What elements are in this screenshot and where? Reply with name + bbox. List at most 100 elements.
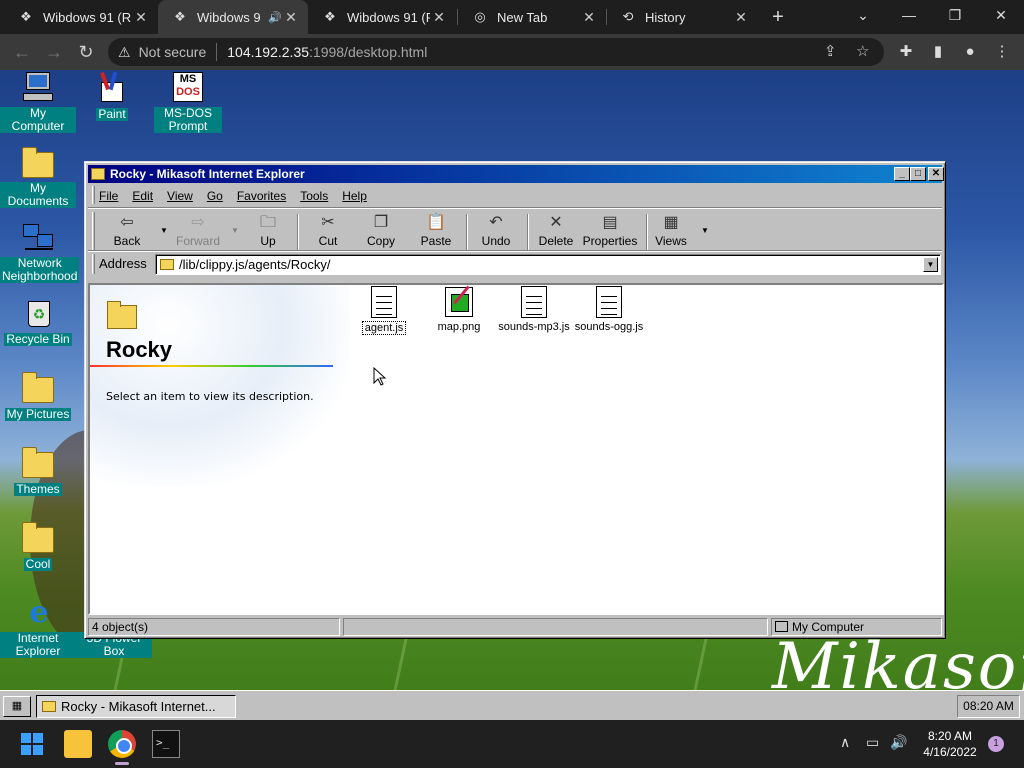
desktop-icon-recycle-bin[interactable]: ♻ Recycle Bin bbox=[0, 297, 76, 346]
forward-arrow-icon[interactable]: → bbox=[42, 40, 66, 64]
address-bar[interactable]: ⚠ Not secure 104.192.2.35:1998/desktop.h… bbox=[108, 38, 884, 66]
close-tab-icon[interactable]: ✕ bbox=[430, 9, 448, 26]
browser-tab-4[interactable]: ◎ New Tab ✕ bbox=[458, 0, 606, 34]
win98-clock[interactable]: 08:20 AM bbox=[957, 695, 1020, 718]
windows-start-icon[interactable] bbox=[18, 730, 46, 758]
close-window-icon[interactable]: ✕ bbox=[978, 0, 1024, 34]
copy-button[interactable]: ❐ Copy bbox=[361, 212, 401, 252]
menu-kebab-icon[interactable]: ⋮ bbox=[990, 40, 1014, 64]
cut-button[interactable]: ✂ Cut bbox=[309, 212, 347, 252]
tab-search-icon[interactable]: ⌄ bbox=[840, 0, 886, 34]
close-tab-icon[interactable]: ✕ bbox=[132, 9, 150, 26]
show-hidden-icons-icon[interactable]: ∧ bbox=[840, 734, 850, 751]
desktop-icon-network-neighborhood[interactable]: Network Neighborhood bbox=[0, 222, 80, 283]
close-tab-icon[interactable]: ✕ bbox=[732, 9, 750, 26]
toolbar-separator bbox=[466, 214, 468, 250]
file-item[interactable]: sounds-ogg.js bbox=[569, 285, 649, 333]
up-button[interactable]: 🗀 Up bbox=[249, 212, 287, 252]
views-button[interactable]: ▦ Views bbox=[651, 212, 691, 252]
desktop-icon-label: My Documents bbox=[0, 182, 76, 208]
delete-x-icon: ✕ bbox=[549, 214, 563, 231]
folder-title: Rocky bbox=[106, 337, 173, 362]
menu-edit[interactable]: Edit bbox=[124, 189, 159, 203]
copy-icon: ❐ bbox=[373, 214, 389, 231]
desktop-icon-internet-explorer[interactable]: e Internet Explorer bbox=[0, 597, 76, 658]
wibdows-favicon: ❖ bbox=[20, 9, 32, 24]
omnibox-divider bbox=[216, 43, 218, 61]
desktop-icon-my-pictures[interactable]: My Pictures bbox=[0, 372, 76, 421]
minimize-button[interactable]: _ bbox=[894, 167, 910, 181]
profile-avatar-icon[interactable]: ● bbox=[958, 40, 982, 64]
window-titlebar[interactable]: Rocky - Mikasoft Internet Explorer _ □ ✕ bbox=[88, 165, 944, 183]
file-item[interactable]: agent.js bbox=[344, 285, 424, 335]
minimize-icon[interactable]: — bbox=[886, 0, 932, 34]
menu-go[interactable]: Go bbox=[199, 189, 229, 203]
file-explorer-icon[interactable] bbox=[64, 730, 92, 758]
desktop-icon-ms-dos-prompt[interactable]: MS DOS MS-DOS Prompt bbox=[150, 72, 226, 133]
share-icon[interactable]: ⇪ bbox=[824, 42, 837, 60]
notification-badge[interactable]: 1 bbox=[988, 736, 1004, 752]
new-tab-button[interactable]: + bbox=[766, 4, 790, 30]
address-field[interactable]: /lib/clippy.js/agents/Rocky/ ▼ bbox=[155, 254, 941, 275]
windows-taskbar: >_ ∧ ▭ 🔊 8:20 AM 4/16/2022 1 bbox=[0, 720, 1024, 768]
file-item[interactable]: sounds-mp3.js bbox=[494, 285, 574, 333]
system-clock[interactable]: 8:20 AM 4/16/2022 bbox=[916, 728, 984, 760]
url-path: :1998/desktop.html bbox=[309, 44, 428, 60]
status-object-count: 4 object(s) bbox=[88, 618, 340, 636]
folder-view[interactable]: Rocky Select an item to view its descrip… bbox=[88, 283, 944, 615]
paste-button[interactable]: 📋 Paste bbox=[415, 212, 457, 252]
desktop-icon-cool[interactable]: Cool bbox=[0, 522, 76, 571]
restore-icon[interactable]: ❐ bbox=[932, 0, 978, 34]
toolbar-grip[interactable] bbox=[92, 212, 95, 250]
back-button[interactable]: ⇦ Back bbox=[105, 212, 149, 252]
title-rule bbox=[90, 365, 333, 367]
start-button[interactable]: ▦ bbox=[3, 696, 31, 717]
close-tab-icon[interactable]: ✕ bbox=[580, 9, 598, 26]
terminal-icon[interactable]: >_ bbox=[152, 730, 180, 758]
bookmark-star-icon[interactable]: ☆ bbox=[856, 42, 869, 60]
menu-tools[interactable]: Tools bbox=[292, 189, 334, 203]
security-label[interactable]: Not secure bbox=[139, 44, 207, 60]
close-button[interactable]: ✕ bbox=[928, 167, 944, 181]
undo-button[interactable]: ↶ Undo bbox=[475, 212, 517, 252]
maximize-button[interactable]: □ bbox=[910, 167, 926, 181]
back-dropdown-icon[interactable]: ▼ bbox=[160, 226, 168, 235]
file-name: sounds-ogg.js bbox=[574, 321, 644, 333]
close-tab-icon[interactable]: ✕ bbox=[282, 9, 300, 26]
audio-playing-icon[interactable]: 🔊 bbox=[268, 11, 282, 24]
reload-icon[interactable]: ↻ bbox=[74, 40, 98, 64]
folder-icon bbox=[91, 168, 105, 180]
desktop-icon-themes[interactable]: Themes bbox=[0, 447, 76, 496]
browser-tab-3[interactable]: ❖ Wibdows 91 (RE ✕ bbox=[308, 0, 456, 34]
file-name: map.png bbox=[437, 321, 481, 333]
file-item[interactable]: map.png bbox=[419, 285, 499, 333]
side-panel-icon[interactable]: ▮ bbox=[926, 40, 950, 64]
desktop-icon-my-documents[interactable]: My Documents bbox=[0, 147, 76, 208]
back-arrow-icon[interactable]: ← bbox=[10, 40, 34, 64]
volume-icon[interactable]: 🔊 bbox=[890, 734, 907, 751]
desktop-icon-paint[interactable]: Paint bbox=[74, 71, 150, 121]
tab-title: Wibdows 91 (RE bbox=[347, 9, 430, 25]
taskbar-window-button[interactable]: Rocky - Mikasoft Internet... bbox=[36, 695, 236, 718]
browser-tab-5[interactable]: ⟲ History ✕ bbox=[606, 0, 758, 34]
menu-help[interactable]: Help bbox=[334, 189, 373, 203]
address-grip[interactable] bbox=[92, 254, 95, 274]
menu-view[interactable]: View bbox=[159, 189, 199, 203]
address-value: /lib/clippy.js/agents/Rocky/ bbox=[179, 257, 331, 272]
views-dropdown-icon[interactable]: ▼ bbox=[701, 226, 709, 235]
browser-tab-1[interactable]: ❖ Wibdows 91 (RE ✕ bbox=[4, 0, 158, 34]
extensions-icon[interactable]: ✚ bbox=[894, 40, 918, 64]
address-dropdown-icon[interactable]: ▼ bbox=[923, 257, 938, 272]
menu-file[interactable]: File bbox=[91, 189, 124, 203]
desktop-icon-my-computer[interactable]: My Computer bbox=[0, 72, 76, 133]
item-description: Select an item to view its description. bbox=[106, 390, 314, 403]
network-icon[interactable]: ▭ bbox=[866, 734, 879, 751]
status-middle bbox=[343, 618, 768, 636]
menu-favorites[interactable]: Favorites bbox=[229, 189, 292, 203]
recycle-bin-icon: ♻ bbox=[21, 297, 55, 329]
browser-tab-2[interactable]: ❖ Wibdows 9 🔊 ✕ bbox=[158, 0, 308, 34]
chrome-icon[interactable] bbox=[108, 730, 136, 758]
warning-icon[interactable]: ⚠ bbox=[118, 44, 131, 61]
delete-button[interactable]: ✕ Delete bbox=[535, 212, 577, 252]
properties-button[interactable]: ▤ Properties bbox=[581, 212, 639, 252]
